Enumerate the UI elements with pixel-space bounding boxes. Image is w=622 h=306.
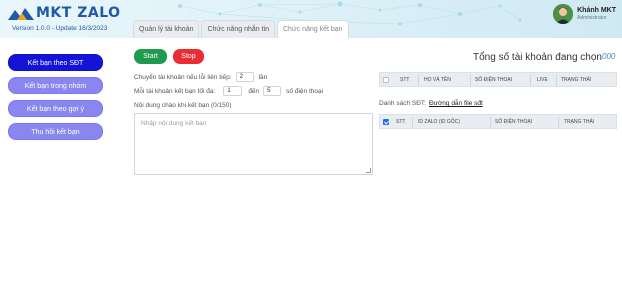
col-live: LIVE bbox=[537, 77, 548, 83]
avatar bbox=[553, 4, 574, 24]
user-menu[interactable]: Khánh MKT Administrator bbox=[553, 4, 616, 24]
col-divider bbox=[530, 75, 531, 86]
col-status: TRẠNG THÁI bbox=[564, 119, 595, 125]
version-label: Version 1.0.0 - Update 16/3/2023 bbox=[12, 25, 108, 32]
main-tabs: Quản lý tài khoản Chức năng nhắn tin Chứ… bbox=[133, 20, 351, 38]
col-divider bbox=[412, 117, 413, 128]
message-label: Nội dung chào khi kết bạn (0/150) bbox=[134, 102, 232, 109]
app-logo: MKT ZALO bbox=[8, 5, 121, 21]
col-zalo-id: ID ZALO (ID GỐC) bbox=[418, 119, 460, 125]
stop-button[interactable]: Stop bbox=[173, 49, 204, 64]
retry-label: Chuyển tài khoản nếu lỗi liên tiếp: bbox=[134, 73, 232, 81]
col-divider bbox=[490, 117, 491, 128]
retry-input[interactable]: 2 bbox=[235, 72, 254, 82]
max-friends-label: Mỗi tài khoản kết bạn tối đa: bbox=[134, 87, 216, 95]
col-divider bbox=[558, 117, 559, 128]
col-status: TRẠNG THÁI bbox=[561, 77, 592, 83]
col-divider bbox=[470, 75, 471, 86]
user-name: Khánh MKT bbox=[577, 7, 616, 14]
app-title: MKT ZALO bbox=[36, 5, 121, 21]
resize-handle-icon[interactable] bbox=[366, 168, 371, 173]
col-divider bbox=[418, 75, 419, 86]
col-divider bbox=[556, 75, 557, 86]
select-all-phones-checkbox[interactable] bbox=[383, 119, 389, 125]
sidebar-item-revoke-request[interactable]: Thu hồi kết bạn bbox=[8, 123, 103, 140]
tab-messaging[interactable]: Chức năng nhắn tin bbox=[201, 20, 275, 38]
max-to-input[interactable]: 5 bbox=[263, 86, 282, 96]
sidebar-item-add-by-phone[interactable]: Kết bạn theo SĐT bbox=[8, 54, 103, 71]
sidebar-item-add-by-suggestion[interactable]: Kết bạn theo gợi ý bbox=[8, 100, 103, 117]
max-unit: số điện thoại bbox=[286, 87, 324, 95]
phone-table-header: STT ID ZALO (ID GỐC) SỐ ĐIỆN THOẠI TRẠNG… bbox=[379, 114, 617, 129]
total-accounts-count: 000 bbox=[602, 52, 616, 61]
phone-file-link[interactable]: Đường dẫn file sđt bbox=[429, 100, 483, 107]
max-friends-row: Mỗi tài khoản kết bạn tối đa: 1 đến 5 số… bbox=[134, 86, 323, 96]
phone-list-label: Danh sách SĐT: bbox=[379, 100, 426, 107]
col-stt: STT bbox=[396, 119, 406, 125]
user-role: Administrator bbox=[577, 15, 607, 21]
col-phone: SỐ ĐIỆN THOẠI bbox=[475, 77, 513, 83]
col-full-name: HỌ VÀ TÊN bbox=[424, 77, 451, 83]
phone-list-row: Danh sách SĐT: Đường dẫn file sđt bbox=[379, 100, 483, 107]
tab-add-friend[interactable]: Chức năng kết bạn bbox=[277, 20, 349, 38]
select-all-accounts-checkbox[interactable] bbox=[383, 77, 389, 83]
message-textarea[interactable]: Nhập nội dung kết bạn bbox=[134, 113, 373, 175]
app-header: MKT ZALO Version 1.0.0 - Update 16/3/202… bbox=[0, 0, 622, 38]
user-avatar-icon bbox=[553, 4, 574, 24]
tab-account-management[interactable]: Quản lý tài khoản bbox=[133, 20, 200, 38]
sidebar: Kết bạn theo SĐT Kết bạn trong nhóm Kết … bbox=[8, 54, 103, 146]
sidebar-item-add-in-group[interactable]: Kết bạn trong nhóm bbox=[8, 77, 103, 94]
start-button[interactable]: Start bbox=[134, 49, 167, 64]
logo-mountain-icon bbox=[8, 8, 34, 20]
max-mid-label: đến bbox=[248, 87, 260, 95]
message-placeholder: Nhập nội dung kết bạn bbox=[141, 120, 207, 127]
retry-row: Chuyển tài khoản nếu lỗi liên tiếp: 2 lầ… bbox=[134, 72, 267, 82]
accounts-table-header: STT HỌ VÀ TÊN SỐ ĐIỆN THOẠI LIVE TRẠNG T… bbox=[379, 72, 617, 87]
col-phone: SỐ ĐIỆN THOẠI bbox=[495, 119, 533, 125]
max-from-input[interactable]: 1 bbox=[223, 86, 243, 96]
retry-unit: lần bbox=[258, 73, 268, 81]
col-stt: STT bbox=[400, 77, 410, 83]
total-accounts-label: Tổng số tài khoản đang chọn bbox=[473, 52, 602, 63]
